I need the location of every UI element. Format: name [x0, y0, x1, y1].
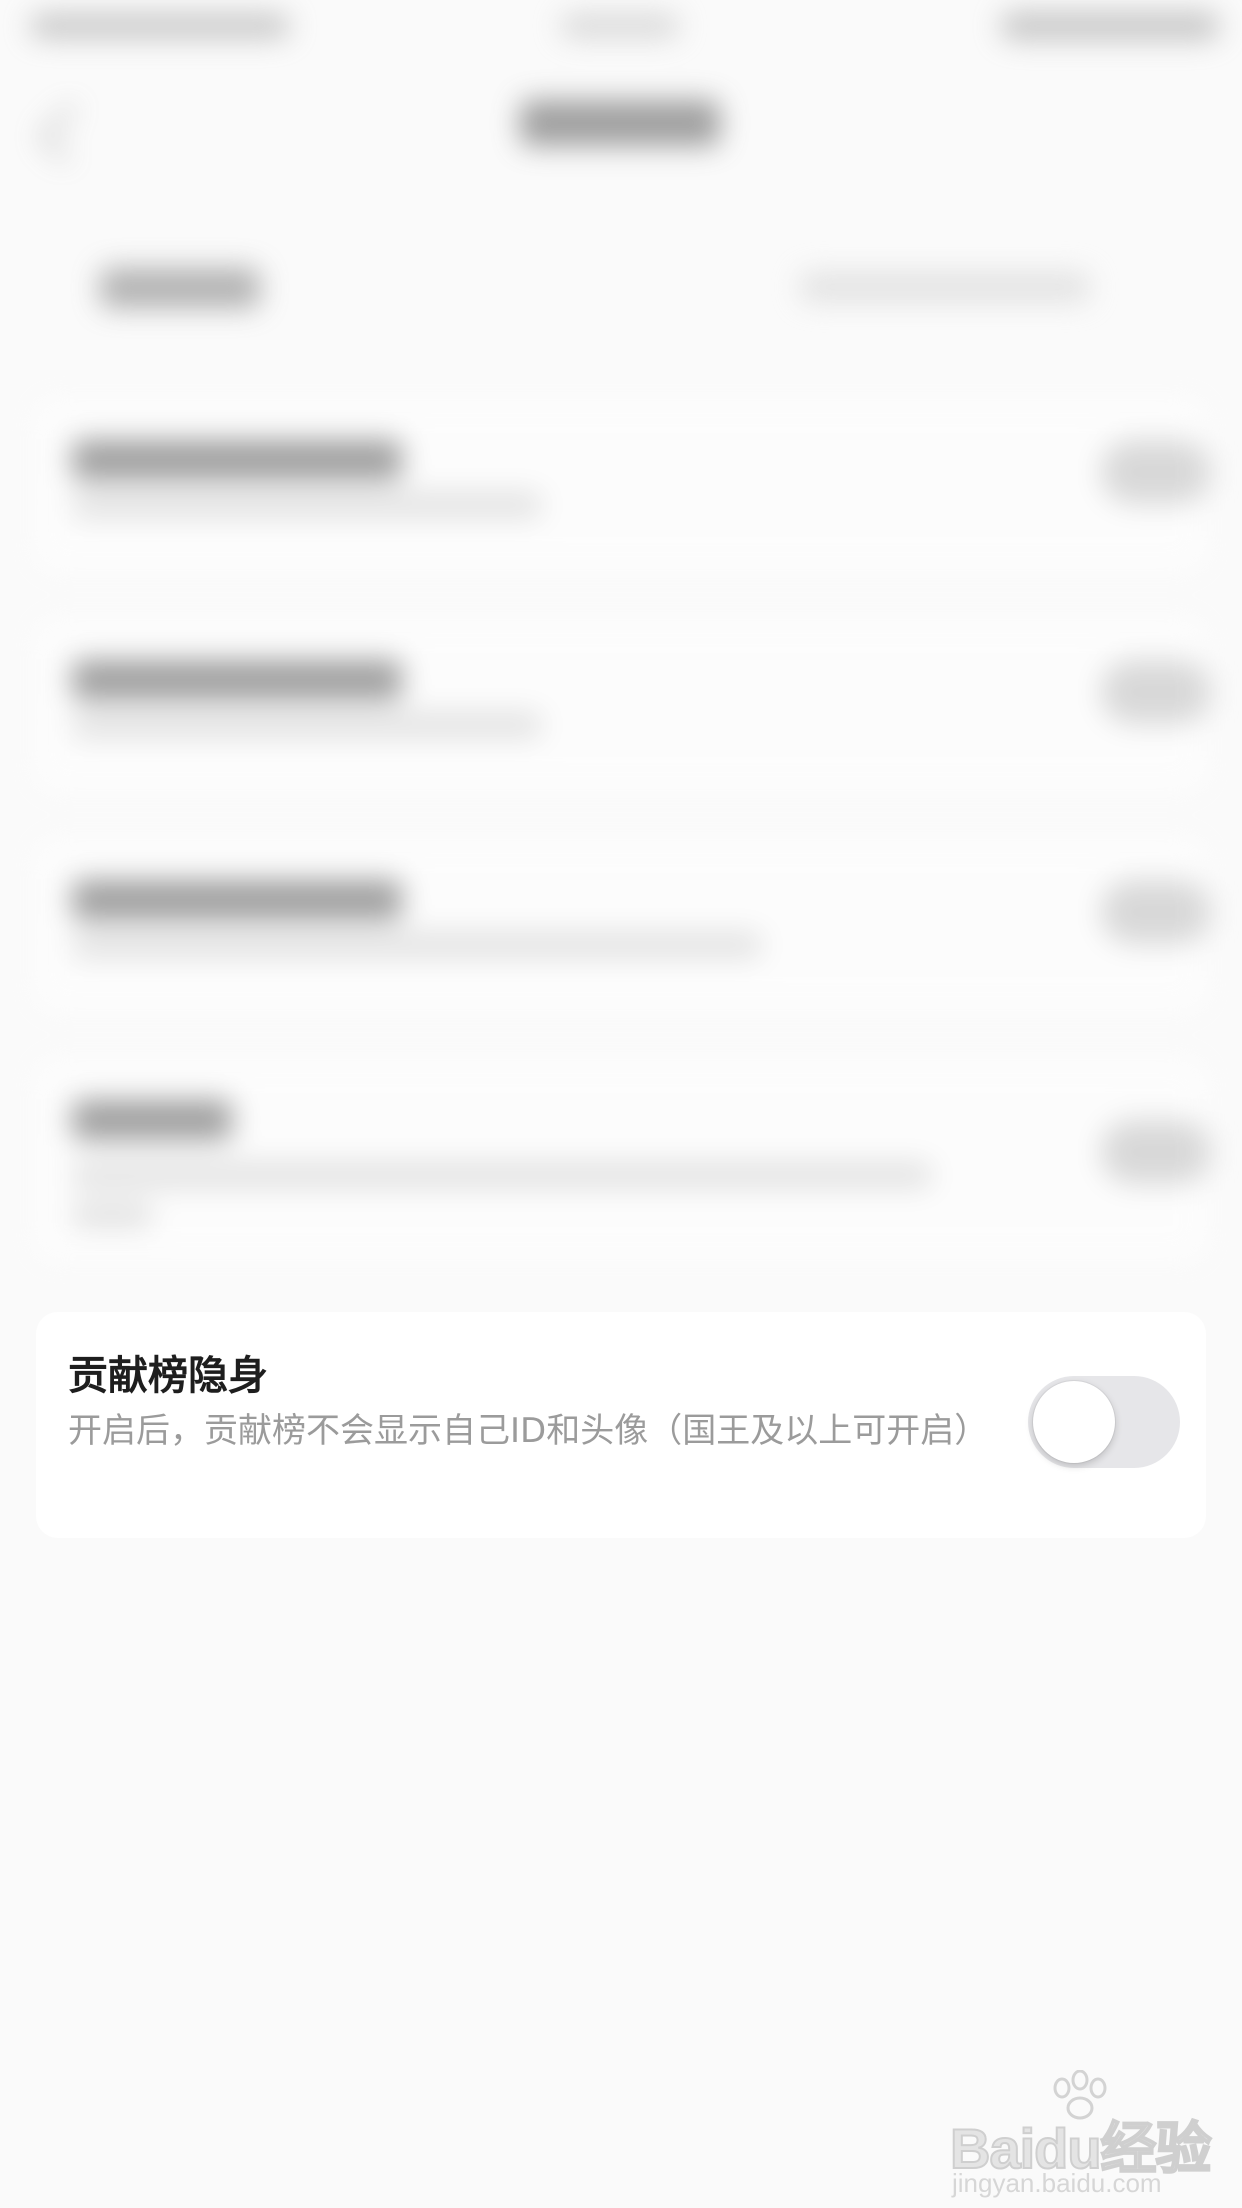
- blurred-row-2: [36, 620, 1211, 790]
- back-icon: [39, 104, 97, 162]
- setting-title: 贡献榜隐身: [68, 1353, 268, 1399]
- blurred-tab-left: [100, 268, 260, 308]
- baidu-jingyan-watermark: Baidu经验 jingyan.baidu.com: [949, 2070, 1213, 2198]
- blurred-tab-right: [800, 272, 1090, 302]
- blurred-row-1: [36, 400, 1211, 570]
- leaderboard-invisible-setting-card: 贡献榜隐身 开启后，贡献榜不会显示自己ID和头像（国王及以上可开启）: [36, 1312, 1206, 1538]
- status-right-blur: [1000, 12, 1220, 40]
- blurred-background: [0, 0, 1242, 1300]
- nav-bar: [0, 80, 1242, 170]
- toggle-knob: [1033, 1381, 1115, 1463]
- leaderboard-invisible-toggle[interactable]: [1028, 1376, 1180, 1468]
- blurred-row-3: [36, 840, 1211, 1010]
- nav-title-blur: [520, 100, 720, 146]
- watermark-url: jingyan.baidu.com: [952, 2168, 1162, 2198]
- setting-description: 开启后，贡献榜不会显示自己ID和头像（国王及以上可开启）: [68, 1411, 989, 1451]
- blurred-row-4: [36, 1060, 1211, 1260]
- status-bar: [0, 0, 1242, 60]
- status-left-blur: [30, 14, 290, 38]
- status-center-blur: [560, 14, 680, 38]
